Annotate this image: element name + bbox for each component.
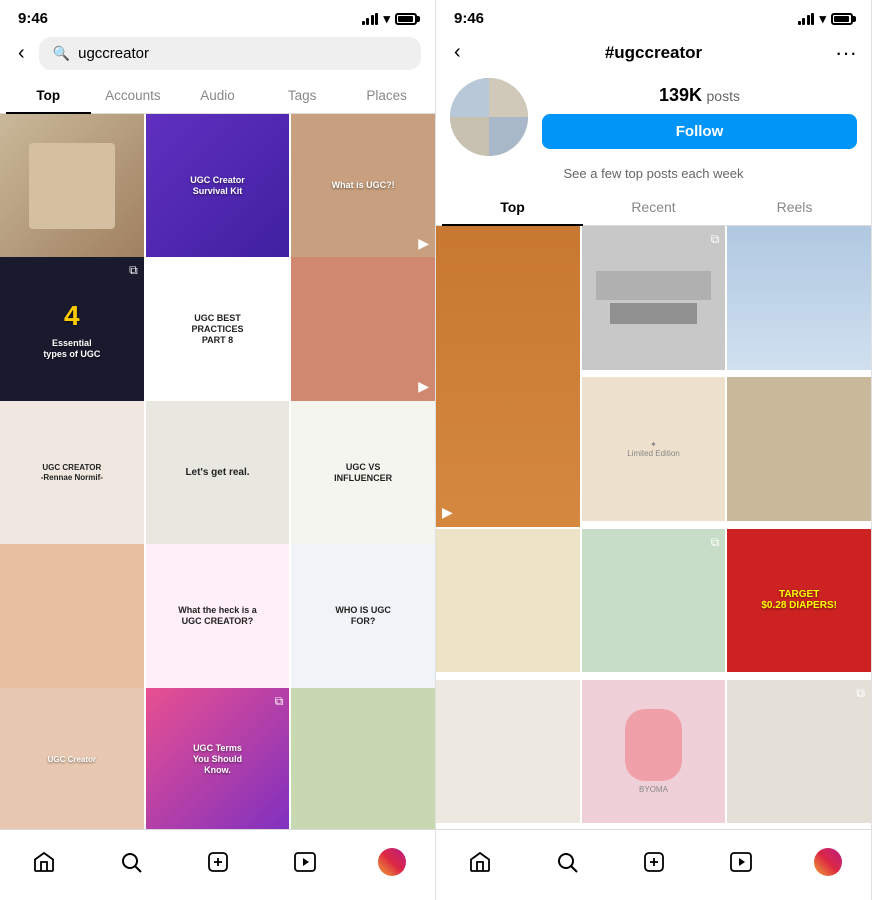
nav-add-left[interactable] [196, 840, 240, 884]
hashtag-cell-10[interactable]: BYOMA [582, 680, 726, 824]
status-time-right: 9:46 [454, 10, 484, 27]
status-icons-left: ▾ [362, 11, 417, 27]
wifi-icon-left: ▾ [383, 11, 390, 27]
grid-cell-12[interactable]: WHO IS UGCFOR? [291, 544, 435, 688]
search-header: ‹ 🔍 ugccreator [0, 33, 435, 78]
grid-cell-6[interactable]: ▶ [291, 257, 435, 401]
tab-accounts[interactable]: Accounts [91, 78, 176, 113]
follow-button[interactable]: Follow [542, 114, 857, 149]
hashtag-tab-recent[interactable]: Recent [583, 189, 724, 225]
grid-cell-5[interactable]: UGC BESTPRACTICESPART 8 [146, 257, 290, 401]
profile-avatar-left [378, 848, 406, 876]
hashtag-cell-3[interactable] [727, 226, 871, 370]
status-icons-right: ▾ [798, 11, 853, 27]
nav-search-right[interactable] [545, 840, 589, 884]
more-button[interactable]: ··· [835, 40, 857, 66]
profile-avatar-right [814, 848, 842, 876]
grid-cell-14[interactable]: UGC TermsYou ShouldKnow. ⧉ [146, 688, 290, 829]
hashtag-avatar [450, 78, 528, 156]
nav-home-right[interactable] [458, 840, 502, 884]
grid-cell-2[interactable]: UGC CreatorSurvival Kit [146, 114, 290, 258]
nav-reels-left[interactable] [283, 840, 327, 884]
hashtag-cell-1[interactable]: ▶ [436, 226, 580, 527]
grid-cell-3[interactable]: What is UGC?! ▶ [291, 114, 435, 258]
grid-cell-11[interactable]: What the heck is aUGC CREATOR? [146, 544, 290, 688]
grid-cell-4[interactable]: 4 Essentialtypes of UGC ⧉ [0, 257, 144, 401]
hashtag-cell-8[interactable]: TARGET$0.28 DIAPERS! [727, 529, 871, 673]
back-button-right[interactable]: ‹ [450, 37, 465, 68]
battery-icon-right [831, 13, 853, 25]
tab-audio[interactable]: Audio [175, 78, 260, 113]
posts-label: posts [707, 88, 740, 104]
hashtag-cell-2[interactable]: ⧉ [582, 226, 726, 370]
grid-cell-8[interactable]: Let's get real. [146, 401, 290, 545]
hashtag-tabs: Top Recent Reels [436, 189, 871, 226]
bottom-nav-right [436, 829, 871, 900]
hashtag-title: #ugccreator [605, 43, 702, 63]
status-time-left: 9:46 [18, 10, 48, 27]
nav-home-left[interactable] [22, 840, 66, 884]
grid-cell-9[interactable]: UGC VSINFLUENCER [291, 401, 435, 545]
hashtag-cell-4[interactable]: ✦Limited Edition [582, 377, 726, 521]
hashtag-header: ‹ #ugccreator ··· [436, 33, 871, 68]
grid-cell-1[interactable] [0, 114, 144, 258]
see-top-text: See a few top posts each week [436, 162, 871, 189]
posts-count: 139K [659, 85, 702, 105]
status-bar-left: 9:46 ▾ [0, 0, 435, 33]
signal-icon-right [798, 13, 815, 25]
nav-profile-right[interactable] [806, 840, 850, 884]
status-bar-right: 9:46 ▾ [436, 0, 871, 33]
hashtag-tab-top[interactable]: Top [442, 189, 583, 225]
right-panel: 9:46 ▾ ‹ #ugccreator ··· 1 [436, 0, 872, 900]
tab-places[interactable]: Places [344, 78, 429, 113]
search-grid: UGC CreatorSurvival Kit What is UGC?! ▶ … [0, 114, 435, 829]
search-tabs: Top Accounts Audio Tags Places [0, 78, 435, 114]
nav-add-right[interactable] [632, 840, 676, 884]
search-input-text: ugccreator [78, 45, 149, 62]
tab-tags[interactable]: Tags [260, 78, 345, 113]
nav-search-left[interactable] [109, 840, 153, 884]
profile-section: 139K posts Follow [436, 68, 871, 162]
hashtag-grid: ▶ ⧉ ✦Limited Edition [436, 226, 871, 829]
hashtag-cell-9[interactable] [436, 680, 580, 824]
wifi-icon-right: ▾ [819, 11, 826, 27]
bottom-nav-left [0, 829, 435, 900]
hashtag-cell-7[interactable]: ⧉ [582, 529, 726, 673]
hashtag-cell-5[interactable] [727, 377, 871, 521]
signal-icon-left [362, 13, 379, 25]
back-button-left[interactable]: ‹ [14, 38, 29, 69]
grid-cell-7[interactable]: UGC CREATOR-Rennae Normif- [0, 401, 144, 545]
grid-cell-13[interactable]: UGC Creator [0, 688, 144, 829]
search-bar-icon: 🔍 [53, 45, 70, 62]
nav-reels-right[interactable] [719, 840, 763, 884]
left-panel: 9:46 ▾ ‹ 🔍 ugccreator Top Accounts Audio… [0, 0, 436, 900]
hashtag-tab-reels[interactable]: Reels [724, 189, 865, 225]
hashtag-info: 139K posts Follow [542, 85, 857, 149]
battery-icon-left [395, 13, 417, 25]
hashtag-cell-11[interactable]: ⧉ [727, 680, 871, 824]
grid-cell-15[interactable] [291, 688, 435, 829]
nav-profile-left[interactable] [370, 840, 414, 884]
hashtag-cell-6[interactable] [436, 529, 580, 673]
search-bar[interactable]: 🔍 ugccreator [39, 37, 421, 70]
posts-count-row: 139K posts [542, 85, 857, 106]
tab-top[interactable]: Top [6, 78, 91, 113]
grid-cell-10[interactable] [0, 544, 144, 688]
